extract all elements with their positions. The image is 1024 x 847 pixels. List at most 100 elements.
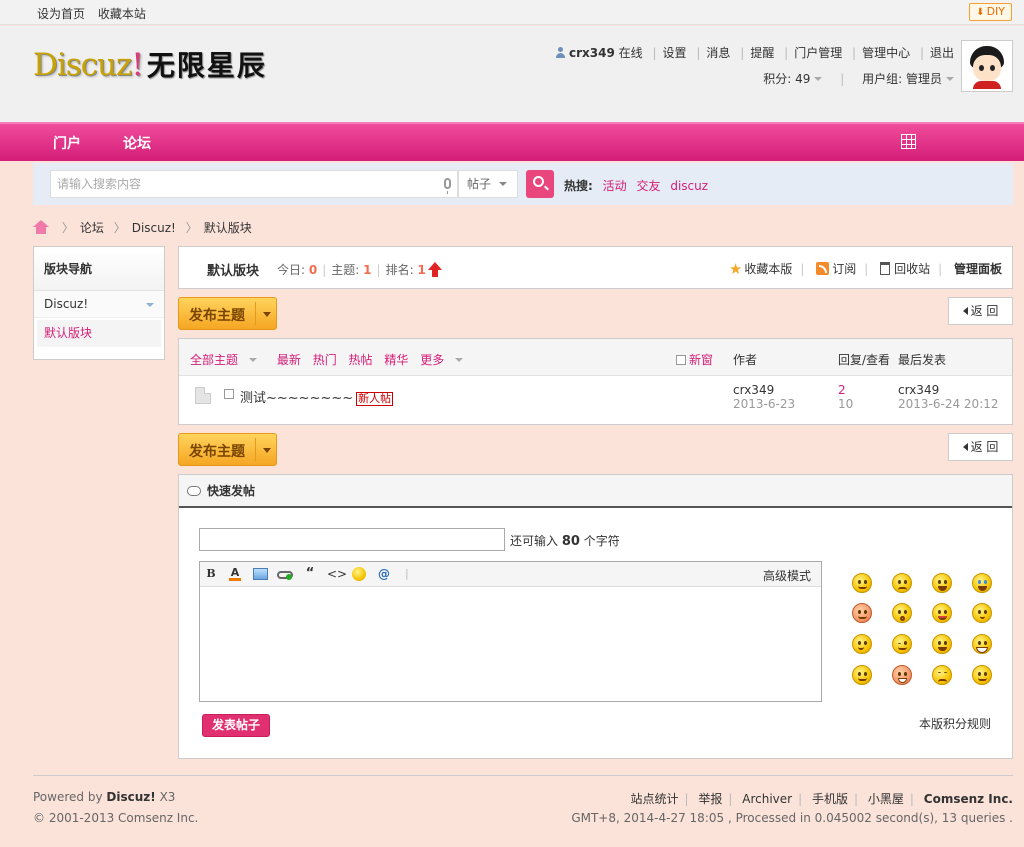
- smile-icon[interactable]: [852, 665, 872, 685]
- shocked-icon[interactable]: [892, 603, 912, 623]
- portal-admin-link[interactable]: 门户管理: [794, 46, 842, 60]
- remain-prefix: 还可输入: [510, 534, 559, 548]
- recycle-bin-link[interactable]: 回收站: [880, 262, 930, 276]
- notices-link[interactable]: 提醒: [750, 46, 774, 60]
- avatar[interactable]: [961, 40, 1013, 92]
- footer-company-link[interactable]: Comsenz Inc.: [924, 792, 1013, 806]
- search-type-select[interactable]: 帖子: [458, 170, 518, 198]
- manage-panel-link[interactable]: 管理面板: [954, 262, 1002, 276]
- think-icon[interactable]: [852, 634, 872, 654]
- angry-icon[interactable]: [852, 603, 872, 623]
- footer-mobile-link[interactable]: 手机版: [812, 792, 848, 806]
- footer-stats-link[interactable]: 站点统计: [630, 792, 678, 806]
- quote-icon[interactable]: “: [304, 567, 316, 581]
- new-thread-button[interactable]: 发布主题: [178, 297, 277, 330]
- post-textarea[interactable]: [200, 587, 821, 701]
- sidebar-item-default-forum[interactable]: 默认版块: [37, 320, 161, 347]
- thread-title-link[interactable]: 测试~~~~~~~~: [240, 391, 353, 406]
- quick-post-title: 快速发帖: [207, 484, 256, 498]
- new-window-toggle[interactable]: 新窗: [676, 351, 713, 368]
- new-thread-button-bottom[interactable]: 发布主题: [178, 433, 277, 466]
- submit-post-button[interactable]: 发表帖子: [202, 714, 270, 737]
- set-home-link[interactable]: 设为首页: [37, 7, 85, 21]
- filter-latest[interactable]: 最新: [277, 353, 301, 367]
- filter-all[interactable]: 全部主题: [190, 353, 265, 367]
- breadcrumb-discuz[interactable]: Discuz!: [132, 221, 176, 235]
- last-post-date[interactable]: 2013-6-24 20:12: [898, 397, 999, 411]
- thread-checkbox[interactable]: [224, 389, 234, 399]
- usergroup-dropdown[interactable]: 用户组: 管理员: [862, 72, 954, 86]
- bold-icon[interactable]: B: [206, 567, 216, 581]
- credits-dropdown[interactable]: 积分: 49: [763, 72, 823, 86]
- subscribe-link[interactable]: 订阅: [816, 262, 856, 276]
- search-button[interactable]: [526, 170, 554, 198]
- checkbox[interactable]: [676, 355, 686, 365]
- image-icon[interactable]: [253, 568, 268, 580]
- hot-keyword[interactable]: 活动: [603, 179, 627, 193]
- logo-cn: 无限星辰: [146, 49, 267, 82]
- footer-blacklist-link[interactable]: 小黑屋: [868, 792, 904, 806]
- document-icon[interactable]: [195, 387, 211, 404]
- home-icon[interactable]: [33, 220, 49, 234]
- wink-icon[interactable]: [892, 634, 912, 654]
- sidebar-group[interactable]: Discuz!: [34, 291, 164, 318]
- at-icon[interactable]: @: [377, 567, 391, 581]
- breadcrumb-forum[interactable]: 论坛: [80, 221, 104, 235]
- back-button-bottom[interactable]: 返 回: [948, 433, 1013, 461]
- recycle-label: 回收站: [894, 262, 931, 276]
- grin-icon[interactable]: [972, 634, 992, 654]
- chevron-down-icon[interactable]: [263, 448, 271, 453]
- code-icon[interactable]: <>: [327, 567, 347, 581]
- chevron-down-icon[interactable]: [263, 312, 271, 317]
- tongue-icon[interactable]: [932, 603, 952, 623]
- messages-link[interactable]: 消息: [706, 46, 730, 60]
- search-input[interactable]: 请输入搜索内容: [50, 170, 458, 198]
- logout-link[interactable]: 退出: [930, 46, 954, 60]
- breadcrumb-current[interactable]: 默认版块: [204, 221, 252, 235]
- username-link[interactable]: crx349: [569, 46, 615, 60]
- footer-archiver-link[interactable]: Archiver: [742, 792, 792, 806]
- font-color-icon[interactable]: A: [229, 567, 241, 581]
- smiley-icon[interactable]: [852, 573, 872, 593]
- reply-count[interactable]: 2: [838, 383, 846, 397]
- laugh-icon[interactable]: [932, 573, 952, 593]
- admin-center-link[interactable]: 管理中心: [862, 46, 910, 60]
- product-link[interactable]: Discuz!: [106, 790, 155, 804]
- filter-all-label: 全部主题: [190, 353, 239, 367]
- hot-keyword[interactable]: discuz: [670, 179, 708, 193]
- embarrassed-icon[interactable]: [932, 634, 952, 654]
- sad-icon[interactable]: [892, 573, 912, 593]
- nav-portal[interactable]: 门户: [53, 133, 81, 153]
- chevron-down-icon: [249, 358, 258, 362]
- cry-icon[interactable]: [972, 573, 992, 593]
- smiley-icon[interactable]: [352, 567, 366, 581]
- online-status[interactable]: 在线: [619, 46, 643, 60]
- editor-toolbar: B A “ <> @ | 高级模式: [200, 562, 821, 587]
- microphone-icon[interactable]: [444, 178, 451, 194]
- hot-keyword[interactable]: 交友: [636, 179, 660, 193]
- filter-hot[interactable]: 热门: [313, 353, 337, 367]
- settings-link[interactable]: 设置: [663, 46, 687, 60]
- nav-forum[interactable]: 论坛: [123, 133, 151, 153]
- credit-rules-link[interactable]: 本版积分规则: [919, 715, 991, 732]
- filter-more[interactable]: 更多: [420, 353, 471, 367]
- back-button[interactable]: 返 回: [948, 297, 1013, 325]
- bookmark-link[interactable]: 收藏本站: [98, 7, 146, 21]
- advanced-mode-link[interactable]: 高级模式: [763, 567, 811, 584]
- last-poster-link[interactable]: crx349: [898, 383, 939, 397]
- subject-input[interactable]: [199, 528, 505, 551]
- hot-searches: 热搜: 活动 交友 discuz: [564, 177, 714, 194]
- filter-hot-posts[interactable]: 热帖: [349, 353, 373, 367]
- footer-report-link[interactable]: 举报: [698, 792, 722, 806]
- mad-icon[interactable]: [892, 665, 912, 685]
- filter-digest[interactable]: 精华: [384, 353, 408, 367]
- shy-icon[interactable]: [972, 603, 992, 623]
- site-logo[interactable]: Discuz! 无限星辰: [33, 44, 267, 84]
- sweat-icon[interactable]: [932, 665, 952, 685]
- grid-icon[interactable]: [901, 134, 916, 149]
- footer-links: 站点统计 | 举报 | Archiver | 手机版 | 小黑屋 | Comsenz In…: [630, 792, 1013, 806]
- favorite-forum-link[interactable]: ★ 收藏本版: [729, 260, 792, 278]
- diy-button[interactable]: ⬇ DIY: [969, 3, 1012, 21]
- angel-icon[interactable]: [972, 665, 992, 685]
- author-link[interactable]: crx349: [733, 383, 774, 397]
